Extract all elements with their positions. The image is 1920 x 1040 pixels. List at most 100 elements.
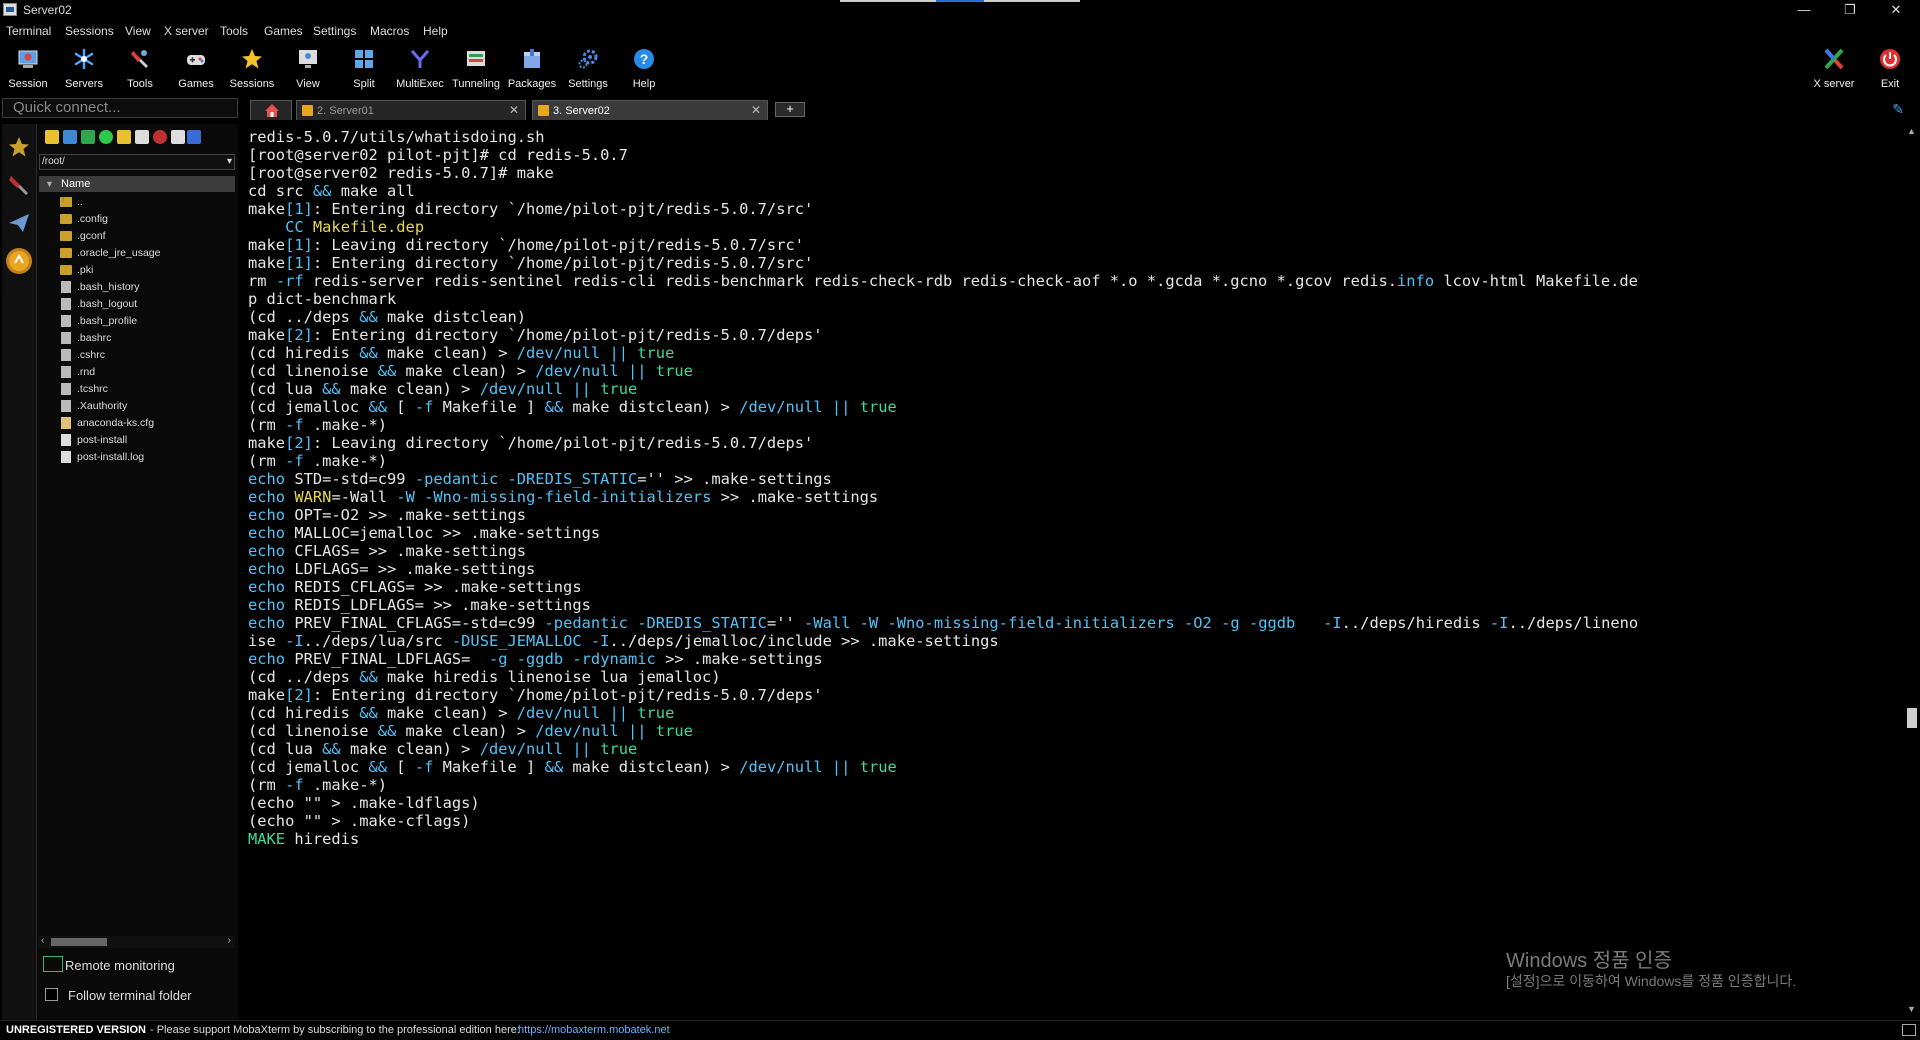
quick-connect-input[interactable]: Quick connect...: [2, 98, 238, 118]
terminal-segment: -f: [285, 452, 304, 470]
exit-button[interactable]: Exit: [1864, 44, 1916, 92]
menu-tools[interactable]: Tools: [220, 24, 248, 38]
view-button[interactable]: View: [282, 44, 334, 92]
menu-terminal[interactable]: Terminal: [6, 24, 51, 38]
close-icon[interactable]: ✕: [509, 103, 519, 117]
file-row[interactable]: .bashrc: [37, 330, 237, 347]
session-button[interactable]: Session: [2, 44, 54, 92]
folder-up-icon[interactable]: [45, 130, 59, 144]
tunneling-button[interactable]: Tunneling: [450, 44, 502, 92]
terminal-segment: ||: [572, 740, 591, 758]
terminal-segment: &&: [359, 308, 378, 326]
terminal-segment: CC: [285, 218, 313, 236]
scroll-up-icon[interactable]: ▲: [1907, 126, 1916, 136]
properties-icon[interactable]: [187, 130, 201, 144]
terminal-segment: rm: [248, 272, 276, 290]
horizontal-scrollbar[interactable]: ‹ ›: [39, 935, 235, 948]
packages-icon: [521, 48, 543, 70]
menu-view[interactable]: View: [125, 24, 151, 38]
path-field[interactable]: /root/ ▾: [39, 154, 235, 170]
strip-tools-button[interactable]: [6, 172, 32, 198]
file-row[interactable]: .bash_logout: [37, 296, 237, 313]
file-row[interactable]: .bash_profile: [37, 313, 237, 330]
upload-icon[interactable]: [81, 130, 95, 144]
new-folder-icon[interactable]: [117, 130, 131, 144]
terminal-line: p dict-benchmark: [248, 290, 1638, 308]
close-window-button[interactable]: ✕: [1874, 0, 1918, 20]
terminal-segment: -DREDIS_STATIC: [507, 470, 638, 488]
file-row[interactable]: .cshrc: [37, 347, 237, 364]
split-button[interactable]: Split: [338, 44, 390, 92]
chevron-down-icon[interactable]: ▾: [227, 155, 232, 169]
file-row[interactable]: anaconda-ks.cfg: [37, 415, 237, 432]
scroll-thumb[interactable]: [51, 938, 107, 946]
new-file-icon[interactable]: [135, 130, 149, 144]
strip-sftp-button[interactable]: [6, 248, 32, 274]
terminal-segment: make: [248, 434, 286, 452]
tab-server01[interactable]: 2. Server01 ✕: [296, 100, 526, 120]
new-tab-button[interactable]: +: [775, 102, 805, 117]
menu-help[interactable]: Help: [423, 24, 448, 38]
help-button[interactable]: ? Help: [618, 44, 670, 92]
scroll-right-icon[interactable]: ›: [228, 935, 231, 946]
paperclip-icon[interactable]: ✎: [1892, 101, 1904, 118]
terminal-segment: [563, 380, 572, 398]
file-row[interactable]: .tcshrc: [37, 381, 237, 398]
remote-monitoring-button[interactable]: Remote monitoring: [43, 956, 175, 973]
menu-settings[interactable]: Settings: [313, 24, 356, 38]
delete-icon[interactable]: [153, 130, 167, 144]
file-name: .bash_profile: [77, 315, 138, 327]
file-row[interactable]: .config: [37, 211, 237, 228]
terminal-area[interactable]: redis-5.0.7/utils/whatisdoing.sh [root@se…: [240, 124, 1904, 1016]
menu-sessions[interactable]: Sessions: [65, 24, 114, 38]
minimize-button[interactable]: —: [1782, 0, 1826, 20]
terminal-segment: &&: [377, 362, 397, 380]
home-tab[interactable]: [250, 100, 292, 120]
strip-sessions-button[interactable]: [6, 134, 32, 160]
packages-button[interactable]: Packages: [506, 44, 558, 92]
file-row[interactable]: .pki: [37, 262, 237, 279]
file-row[interactable]: .rnd: [37, 364, 237, 381]
follow-terminal-folder-checkbox[interactable]: Follow terminal folder: [45, 988, 192, 1003]
sessions-button[interactable]: Sessions: [226, 44, 278, 92]
mobaxterm-link[interactable]: https://mobaxterm.mobatek.net: [518, 1021, 670, 1039]
file-row[interactable]: .Xauthority: [37, 398, 237, 415]
window-layout-icon[interactable]: [1902, 1024, 1916, 1036]
file-row[interactable]: .oracle_jre_usage: [37, 245, 237, 262]
refresh-icon[interactable]: [99, 130, 113, 144]
terminal-segment: MALLOC=jemalloc >> .make-settings: [285, 524, 601, 542]
menu-x-server[interactable]: X server: [164, 24, 209, 38]
scroll-left-icon[interactable]: ‹: [41, 935, 44, 946]
close-icon[interactable]: ✕: [751, 103, 761, 117]
file-name: .pki: [77, 264, 94, 276]
rename-icon[interactable]: [171, 130, 185, 144]
terminal-segment: [2]: [285, 686, 313, 704]
file-row[interactable]: .bash_history: [37, 279, 237, 296]
file-row[interactable]: post-install: [37, 432, 237, 449]
tab-server02[interactable]: 3. Server02 ✕: [532, 100, 768, 120]
menu-games[interactable]: Games: [264, 24, 303, 38]
terminal-line: (cd hiredis && make clean) > /dev/null |…: [248, 344, 1638, 362]
file-icon: [61, 332, 71, 344]
restore-button[interactable]: ❐: [1828, 0, 1872, 20]
tools-button[interactable]: Tools: [114, 44, 166, 92]
games-button[interactable]: Games: [170, 44, 222, 92]
scroll-thumb[interactable]: [1907, 708, 1917, 728]
download-icon[interactable]: [63, 130, 77, 144]
terminal-segment: true: [600, 740, 638, 758]
terminal-segment: [619, 722, 628, 740]
checkbox-icon[interactable]: [45, 988, 58, 1001]
file-row[interactable]: ..: [37, 194, 237, 211]
vertical-scrollbar[interactable]: ▲ ▼: [1904, 124, 1920, 1016]
servers-button[interactable]: Servers: [58, 44, 110, 92]
scroll-down-icon[interactable]: ▼: [1907, 1004, 1916, 1014]
settings-button[interactable]: Settings: [562, 44, 614, 92]
menu-macros[interactable]: Macros: [370, 24, 409, 38]
strip-macros-button[interactable]: [6, 210, 32, 236]
terminal-line: [root@server02 redis-5.0.7]# make: [248, 164, 1638, 182]
name-column-header[interactable]: ▼ Name: [39, 176, 235, 192]
multiexec-button[interactable]: MultiExec: [394, 44, 446, 92]
file-row[interactable]: post-install.log: [37, 449, 237, 466]
x-server-button[interactable]: X server: [1808, 44, 1860, 92]
file-row[interactable]: .gconf: [37, 228, 237, 245]
